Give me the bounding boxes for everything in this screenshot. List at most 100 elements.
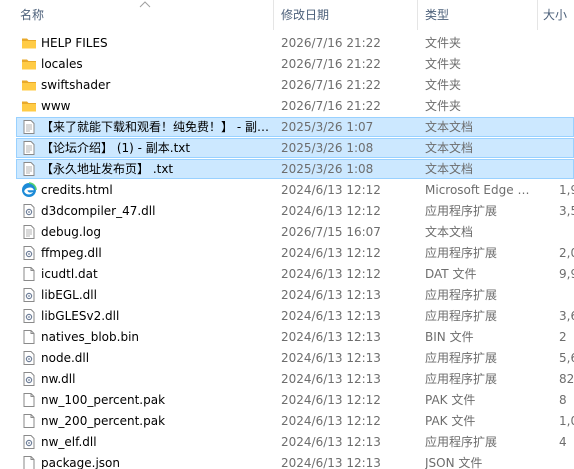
file-row[interactable]: 【来了就能下载和观看！纯免费！】 - 副… 2025/3/26 1:07 文本文档 (0, 117, 574, 138)
dll-file-icon (21, 371, 37, 387)
file-row[interactable]: icudtl.dat 2024/6/13 12:12 DAT 文件 9,9 (0, 264, 574, 285)
file-row[interactable]: d3dcompiler_47.dll 2024/6/13 12:12 应用程序扩展 3… (0, 201, 574, 222)
file-modified-date: 2025/3/26 1:08 (281, 141, 374, 155)
folder-icon (21, 35, 37, 51)
file-modified-date: 2024/6/13 12:12 (281, 267, 381, 281)
file-row[interactable]: ffmpeg.dll 2024/6/13 12:12 应用程序扩展 2,0 (0, 243, 574, 264)
dll-file-icon (21, 203, 37, 219)
file-type: 文本文档 (425, 120, 474, 134)
file-modified-date: 2025/3/26 1:08 (281, 162, 374, 176)
file-type: JSON 文件 (425, 456, 483, 469)
file-type: 文件夹 (425, 78, 462, 92)
column-divider[interactable] (417, 0, 418, 30)
file-modified-date: 2026/7/16 21:22 (281, 99, 381, 113)
file-name: d3dcompiler_47.dll (41, 204, 156, 218)
file-modified-date: 2024/6/13 12:12 (281, 393, 381, 407)
file-modified-date: 2024/6/13 12:13 (281, 435, 381, 449)
sort-ascending-icon (139, 1, 151, 8)
file-name: www (41, 99, 71, 113)
file-row[interactable]: 【论坛介绍】 (1) - 副本.txt 2025/3/26 1:08 文本文档 (0, 138, 574, 159)
file-type: PAK 文件 (425, 414, 476, 428)
file-row[interactable]: debug.log 2026/7/15 16:07 文本文档 (0, 222, 574, 243)
file-size (559, 117, 574, 138)
file-type: Microsoft Edge … (425, 183, 530, 197)
column-header-name[interactable]: 名称 (20, 0, 44, 30)
file-size: 8 (559, 393, 567, 407)
file-row[interactable]: libEGL.dll 2024/6/13 12:13 应用程序扩展 (0, 285, 574, 306)
file-row[interactable]: www 2026/7/16 21:22 文件夹 (0, 96, 574, 117)
file-name: libGLESv2.dll (41, 309, 120, 323)
file-type: 应用程序扩展 (425, 288, 498, 302)
file-row[interactable]: nw.dll 2024/6/13 12:13 应用程序扩展 82,4 (0, 369, 574, 390)
file-size (559, 96, 574, 117)
file-size: 2,0 (559, 246, 574, 260)
blank-file-icon (21, 266, 37, 282)
column-header-type[interactable]: 类型 (425, 0, 449, 30)
file-row[interactable]: nw_200_percent.pak 2024/6/13 12:12 PAK 文件 1… (0, 411, 574, 432)
edge-icon (21, 182, 37, 198)
file-type: DAT 文件 (425, 267, 477, 281)
file-row[interactable]: credits.html 2024/6/13 12:12 Microsoft Edg… (0, 180, 574, 201)
folder-icon (21, 56, 37, 72)
file-row[interactable]: HELP FILES 2026/7/16 21:22 文件夹 (0, 33, 574, 54)
file-size (559, 159, 574, 180)
file-size: 1,9 (559, 183, 574, 197)
file-name: package.json (41, 456, 121, 469)
text-file-icon (21, 161, 37, 177)
file-modified-date: 2024/6/13 12:13 (281, 456, 381, 469)
file-type: BIN 文件 (425, 330, 474, 344)
file-name: nw.dll (41, 372, 76, 386)
file-type: 应用程序扩展 (425, 309, 498, 323)
blank-file-icon (21, 413, 37, 429)
dll-file-icon (21, 308, 37, 324)
blank-file-icon (21, 329, 37, 345)
file-type: PAK 文件 (425, 393, 476, 407)
file-name: HELP FILES (41, 36, 108, 50)
file-modified-date: 2024/6/13 12:12 (281, 204, 381, 218)
file-size: 3,6 (559, 309, 574, 323)
file-row[interactable]: swiftshader 2026/7/16 21:22 文件夹 (0, 75, 574, 96)
file-size: 2 (559, 330, 567, 344)
file-size (559, 285, 574, 306)
column-header-date[interactable]: 修改日期 (281, 0, 329, 30)
file-list-view: 名称 修改日期 类型 大小 HELP FILES 2026/7/16 21:22 文… (0, 0, 574, 469)
column-divider[interactable] (273, 0, 274, 30)
file-modified-date: 2024/6/13 12:12 (281, 246, 381, 260)
file-type: 文件夹 (425, 57, 462, 71)
file-row[interactable]: natives_blob.bin 2024/6/13 12:13 BIN 文件 2 (0, 327, 574, 348)
file-type: 文本文档 (425, 162, 474, 176)
file-modified-date: 2024/6/13 12:13 (281, 288, 381, 302)
column-divider[interactable] (537, 0, 538, 30)
text-file-icon (21, 140, 37, 156)
file-modified-date: 2026/7/16 21:22 (281, 78, 381, 92)
file-type: 文本文档 (425, 225, 474, 239)
file-modified-date: 2024/6/13 12:13 (281, 309, 381, 323)
file-row[interactable]: nw_elf.dll 2024/6/13 12:13 应用程序扩展 4 (0, 432, 574, 453)
file-type: 文本文档 (425, 141, 474, 155)
file-name: nw_200_percent.pak (41, 414, 166, 428)
file-row[interactable]: package.json 2024/6/13 12:13 JSON 文件 (0, 453, 574, 469)
file-row[interactable]: nw_100_percent.pak 2024/6/13 12:12 PAK 文件 8 (0, 390, 574, 411)
file-row[interactable]: node.dll 2024/6/13 12:13 应用程序扩展 5,6 (0, 348, 574, 369)
blank-file-icon (21, 392, 37, 408)
file-modified-date: 2024/6/13 12:13 (281, 351, 381, 365)
file-name: natives_blob.bin (41, 330, 140, 344)
folder-icon (21, 98, 37, 114)
dll-file-icon (21, 434, 37, 450)
file-row[interactable]: libGLESv2.dll 2024/6/13 12:13 应用程序扩展 3,6 (0, 306, 574, 327)
file-type: 应用程序扩展 (425, 435, 498, 449)
file-name: credits.html (41, 183, 113, 197)
file-name: nw_elf.dll (41, 435, 97, 449)
column-header-size[interactable]: 大小 (543, 0, 567, 30)
dll-file-icon (21, 245, 37, 261)
file-name: ffmpeg.dll (41, 246, 102, 260)
file-size: 82,4 (559, 372, 574, 386)
file-size (559, 54, 574, 75)
file-row[interactable]: 【永久地址发布页】 .txt 2025/3/26 1:08 文本文档 (0, 159, 574, 180)
file-row[interactable]: locales 2026/7/16 21:22 文件夹 (0, 54, 574, 75)
blank-file-icon (21, 455, 37, 469)
file-name: 【论坛介绍】 (1) - 副本.txt (41, 141, 191, 155)
file-name: libEGL.dll (41, 288, 97, 302)
text-file-icon (21, 224, 37, 240)
file-size (559, 453, 574, 469)
